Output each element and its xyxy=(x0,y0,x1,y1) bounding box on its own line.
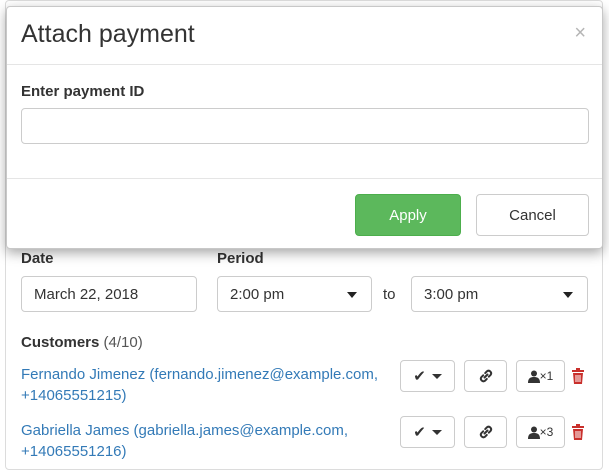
cancel-button[interactable]: Cancel xyxy=(476,194,589,236)
period-to-label: to xyxy=(383,286,396,303)
modal-header: Attach payment × xyxy=(7,7,602,65)
date-input[interactable]: March 22, 2018 xyxy=(21,276,197,312)
guest-count: ×3 xyxy=(539,425,554,439)
customer-link[interactable]: Fernando Jimenez (fernando.jimenez@examp… xyxy=(21,364,401,406)
guest-count: ×1 xyxy=(539,369,554,383)
link-icon xyxy=(479,369,492,383)
guest-count-button[interactable]: ×1 xyxy=(516,360,565,392)
period-to-value: 3:00 pm xyxy=(424,285,479,303)
customer-phone: +14065551216) xyxy=(21,443,127,460)
check-icon: ✔ xyxy=(413,368,426,385)
guest-count-button[interactable]: ×3 xyxy=(516,416,565,448)
period-from-value: 2:00 pm xyxy=(230,285,285,303)
user-icon xyxy=(527,370,540,383)
close-icon[interactable]: × xyxy=(574,23,586,43)
trash-icon[interactable] xyxy=(571,424,585,440)
modal-footer-divider xyxy=(7,178,602,179)
link-button[interactable] xyxy=(464,360,507,392)
customer-name-email: Fernando Jimenez (fernando.jimenez@examp… xyxy=(21,366,379,383)
period-to-select[interactable]: 3:00 pm xyxy=(411,276,588,312)
trash-icon[interactable] xyxy=(571,368,585,384)
period-from-select[interactable]: 2:00 pm xyxy=(217,276,372,312)
caret-down-icon xyxy=(431,429,442,435)
status-dropdown-button[interactable]: ✔ xyxy=(400,360,455,392)
modal-title: Attach payment xyxy=(21,20,195,48)
apply-button[interactable]: Apply xyxy=(355,194,461,236)
customers-title: Customers xyxy=(21,334,100,351)
customers-count: (4/10) xyxy=(103,334,143,351)
caret-down-icon xyxy=(563,292,573,298)
customer-name-email: Gabriella James (gabriella.james@example… xyxy=(21,422,349,439)
link-icon xyxy=(479,425,492,439)
payment-id-label: Enter payment ID xyxy=(21,83,145,100)
period-label: Period xyxy=(217,250,264,267)
payment-id-input[interactable] xyxy=(21,108,589,144)
customers-heading: Customers (4/10) xyxy=(21,334,143,351)
attach-payment-modal: Attach payment × Enter payment ID Apply … xyxy=(6,6,603,249)
customer-phone: +14065551215) xyxy=(21,387,127,404)
status-dropdown-button[interactable]: ✔ xyxy=(400,416,455,448)
user-icon xyxy=(527,426,540,439)
caret-down-icon xyxy=(347,292,357,298)
caret-down-icon xyxy=(431,373,442,379)
date-label: Date xyxy=(21,250,54,267)
link-button[interactable] xyxy=(464,416,507,448)
check-icon: ✔ xyxy=(413,424,426,441)
customer-link[interactable]: Gabriella James (gabriella.james@example… xyxy=(21,420,401,462)
